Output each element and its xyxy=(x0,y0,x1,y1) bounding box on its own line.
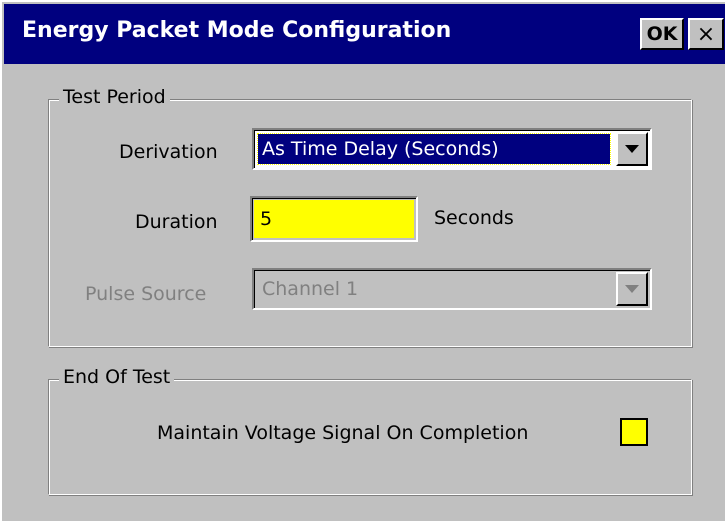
maintain-voltage-label: Maintain Voltage Signal On Completion xyxy=(157,422,529,444)
derivation-dropdown-button[interactable] xyxy=(616,132,648,166)
pulse-source-select-value: Channel 1 xyxy=(262,278,359,300)
chevron-down-icon xyxy=(625,145,639,153)
close-button[interactable]: × xyxy=(688,18,724,50)
pulse-source-label: Pulse Source xyxy=(85,283,207,305)
duration-input[interactable] xyxy=(254,200,414,238)
derivation-select-value: As Time Delay (Seconds) xyxy=(257,133,611,165)
duration-field[interactable] xyxy=(250,196,418,242)
test-period-legend: Test Period xyxy=(59,86,170,108)
derivation-label: Derivation xyxy=(119,141,218,163)
chevron-down-icon xyxy=(625,285,639,293)
title-bar[interactable]: Energy Packet Mode Configuration OK × xyxy=(4,4,725,64)
duration-label: Duration xyxy=(135,211,218,233)
config-dialog: Energy Packet Mode Configuration OK × Te… xyxy=(0,0,725,521)
end-of-test-legend: End Of Test xyxy=(59,366,175,388)
window-title: Energy Packet Mode Configuration xyxy=(22,18,452,43)
ok-button[interactable]: OK xyxy=(640,18,684,50)
maintain-voltage-checkbox[interactable] xyxy=(620,418,648,446)
pulse-source-dropdown-button[interactable] xyxy=(616,272,648,306)
pulse-source-select[interactable]: Channel 1 xyxy=(252,268,652,310)
derivation-select[interactable]: As Time Delay (Seconds) xyxy=(252,128,652,170)
close-icon: × xyxy=(696,21,716,47)
duration-unit: Seconds xyxy=(434,207,514,229)
